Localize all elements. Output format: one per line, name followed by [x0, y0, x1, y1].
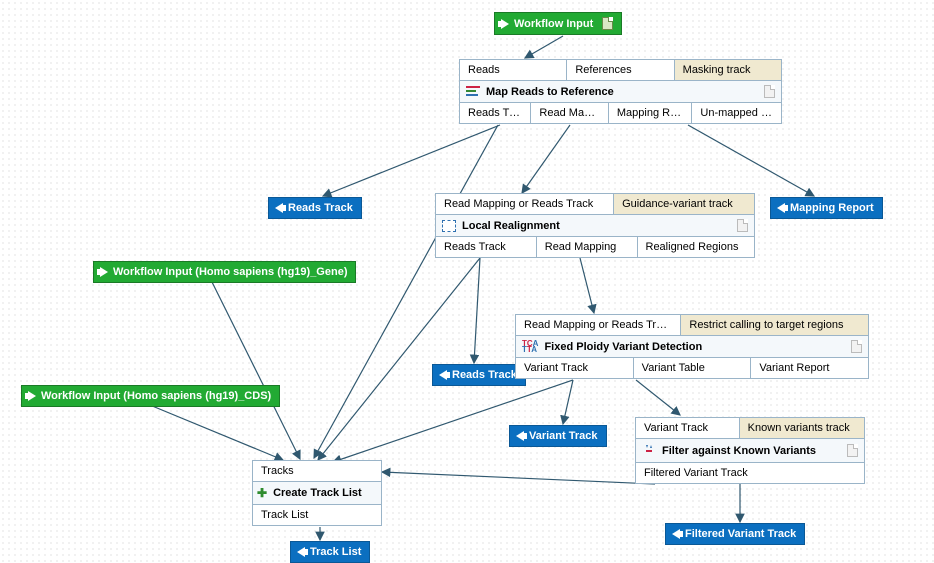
- output-label: Track List: [310, 546, 361, 558]
- port-tracks[interactable]: Tracks: [253, 461, 381, 482]
- port-masking-track[interactable]: Masking track: [675, 60, 781, 81]
- port-reads-track[interactable]: Reads Track: [436, 237, 537, 257]
- input-label: Workflow Input (Homo sapiens (hg19)_CDS): [41, 390, 271, 402]
- port-variant-track[interactable]: Variant Track: [516, 358, 634, 378]
- output-label: Reads Track: [288, 202, 353, 214]
- port-filtered-variant-track[interactable]: Filtered Variant Track: [636, 463, 864, 483]
- node-title: Map Reads to Reference: [486, 86, 614, 98]
- output-reads-track-1[interactable]: Reads Track: [268, 197, 362, 219]
- input-arrow-icon: [100, 267, 108, 277]
- node-title-bar[interactable]: Map Reads to Reference: [460, 81, 781, 103]
- document-icon: [764, 85, 775, 98]
- output-ports-row: Track List: [253, 505, 381, 525]
- port-unmapped-reads[interactable]: Un-mapped Reads: [692, 103, 781, 123]
- output-arrow-icon: [777, 203, 785, 213]
- input-ports-row: Read Mapping or Reads Track Restrict cal…: [516, 315, 868, 336]
- port-guidance-variant-track[interactable]: Guidance-variant track: [614, 194, 754, 215]
- port-read-mapping[interactable]: Read Mapping: [531, 103, 608, 123]
- node-map-reads-to-reference[interactable]: Reads References Masking track Map Reads…: [459, 59, 782, 124]
- workflow-input[interactable]: Workflow Input: [494, 12, 622, 35]
- port-mapping-report[interactable]: Mapping Report: [609, 103, 693, 123]
- document-icon: [847, 444, 858, 457]
- node-title: Local Realignment: [462, 220, 560, 232]
- port-realigned-regions[interactable]: Realigned Regions: [638, 237, 755, 257]
- port-variant-track[interactable]: Variant Track: [636, 418, 740, 439]
- input-ports-row: Variant Track Known variants track: [636, 418, 864, 439]
- document-icon: [851, 340, 862, 353]
- output-ports-row: Filtered Variant Track: [636, 463, 864, 483]
- port-reads-track[interactable]: Reads Track: [460, 103, 531, 123]
- input-ports-row: Tracks: [253, 461, 381, 482]
- input-arrow-icon: [28, 391, 36, 401]
- workflow-input-cds[interactable]: Workflow Input (Homo sapiens (hg19)_CDS): [21, 385, 280, 407]
- output-label: Mapping Report: [790, 202, 874, 214]
- local-realignment-icon: [442, 220, 456, 232]
- filter-icon: [642, 443, 656, 458]
- node-title-bar[interactable]: Filter against Known Variants: [636, 439, 864, 463]
- node-title-bar[interactable]: TCATTA Fixed Ploidy Variant Detection: [516, 336, 868, 358]
- document-icon: [602, 17, 613, 30]
- node-local-realignment[interactable]: Read Mapping or Reads Track Guidance-var…: [435, 193, 755, 258]
- input-label: Workflow Input: [514, 18, 593, 30]
- output-arrow-icon: [516, 431, 524, 441]
- input-ports-row: Read Mapping or Reads Track Guidance-var…: [436, 194, 754, 215]
- create-track-list-icon: ✚: [257, 486, 267, 500]
- output-ports-row: Reads Track Read Mapping Realigned Regio…: [436, 237, 754, 257]
- node-title-bar[interactable]: Local Realignment: [436, 215, 754, 237]
- port-known-variants-track[interactable]: Known variants track: [740, 418, 864, 439]
- node-filter-against-known-variants[interactable]: Variant Track Known variants track Filte…: [635, 417, 865, 484]
- port-references[interactable]: References: [567, 60, 674, 81]
- input-arrow-icon: [501, 19, 509, 29]
- port-read-mapping-or-reads-track[interactable]: Read Mapping or Reads Track: [516, 315, 681, 336]
- node-title-bar[interactable]: ✚ Create Track List: [253, 482, 381, 505]
- node-fixed-ploidy-variant-detection[interactable]: Read Mapping or Reads Track Restrict cal…: [515, 314, 869, 379]
- output-label: Filtered Variant Track: [685, 528, 796, 540]
- node-title: Create Track List: [273, 487, 362, 499]
- output-label: Variant Track: [529, 430, 598, 442]
- output-arrow-icon: [672, 529, 680, 539]
- output-ports-row: Variant Track Variant Table Variant Repo…: [516, 358, 868, 378]
- workflow-input-gene[interactable]: Workflow Input (Homo sapiens (hg19)_Gene…: [93, 261, 356, 283]
- node-title: Filter against Known Variants: [662, 445, 816, 457]
- output-filtered-variant-track[interactable]: Filtered Variant Track: [665, 523, 805, 545]
- map-reads-icon: [466, 86, 480, 98]
- document-icon: [737, 219, 748, 232]
- output-variant-track[interactable]: Variant Track: [509, 425, 607, 447]
- output-arrow-icon: [439, 370, 447, 380]
- port-read-mapping[interactable]: Read Mapping: [537, 237, 638, 257]
- output-ports-row: Reads Track Read Mapping Mapping Report …: [460, 103, 781, 123]
- output-reads-track-2[interactable]: Reads Track: [432, 364, 526, 386]
- input-label: Workflow Input (Homo sapiens (hg19)_Gene…: [113, 266, 347, 278]
- node-title: Fixed Ploidy Variant Detection: [544, 341, 702, 353]
- node-create-track-list[interactable]: Tracks ✚ Create Track List Track List: [252, 460, 382, 526]
- port-track-list[interactable]: Track List: [253, 505, 381, 525]
- output-mapping-report[interactable]: Mapping Report: [770, 197, 883, 219]
- port-read-mapping-or-reads-track[interactable]: Read Mapping or Reads Track: [436, 194, 614, 215]
- port-variant-table[interactable]: Variant Table: [634, 358, 752, 378]
- output-arrow-icon: [275, 203, 283, 213]
- port-variant-report[interactable]: Variant Report: [751, 358, 868, 378]
- input-ports-row: Reads References Masking track: [460, 60, 781, 81]
- port-reads[interactable]: Reads: [460, 60, 567, 81]
- output-label: Reads Track: [452, 369, 517, 381]
- fixed-ploidy-icon: TCATTA: [522, 341, 538, 353]
- output-track-list[interactable]: Track List: [290, 541, 370, 563]
- output-arrow-icon: [297, 547, 305, 557]
- port-restrict-calling[interactable]: Restrict calling to target regions: [681, 315, 868, 336]
